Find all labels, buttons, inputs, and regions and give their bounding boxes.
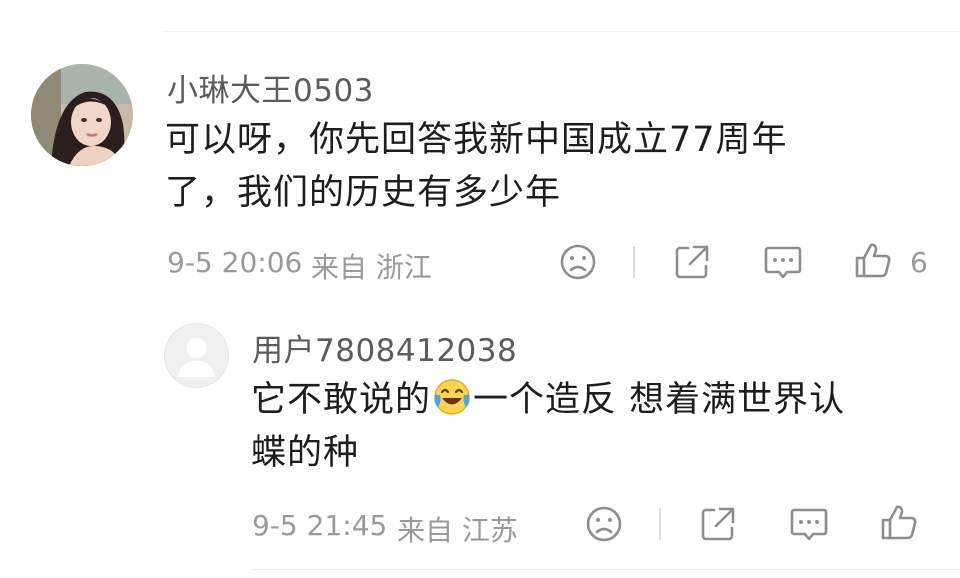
comment-item: 小琳大王0503 可以呀，你先回答我新中国成立77周年 了，我们的历史有多少年 …: [0, 31, 960, 301]
reply-text-part: 它不敢说的: [251, 380, 432, 420]
default-user-icon: [164, 323, 229, 388]
action-separator: [659, 508, 661, 540]
share-icon[interactable]: [672, 242, 712, 282]
reply-timestamp: 9-5 21:45: [252, 509, 388, 542]
comment-text-line: 了，我们的历史有多少年: [165, 173, 562, 213]
reply-text-line: 它不敢说的 一个造反 想着满世界认: [251, 374, 845, 426]
reply-comment-icon[interactable]: [788, 504, 830, 544]
reply-location: 来自 江苏: [397, 514, 518, 547]
share-icon[interactable]: [698, 504, 738, 544]
reply-divider-bottom: [252, 569, 960, 570]
dislike-face-icon[interactable]: [584, 504, 624, 544]
comment-text-line: 可以呀，你先回答我新中国成立77周年: [165, 120, 788, 160]
dislike-face-icon[interactable]: [558, 242, 598, 282]
previous-comment-action-row: [0, 0, 960, 4]
reply-item: 用户7808412038 它不敢说的 一个造反 想着满世界认 蝶的种 9-5 2…: [0, 301, 960, 578]
comment-location: 来自 浙江: [311, 251, 432, 284]
default-avatar[interactable]: [164, 323, 229, 388]
like-count: 6: [910, 246, 928, 279]
reply-comment-icon[interactable]: [762, 242, 804, 282]
like-thumb-icon[interactable]: [853, 240, 893, 280]
reply-text-line: 蝶的种: [251, 433, 360, 473]
action-separator: [633, 246, 635, 278]
reply-text-part: 一个造反 想着满世界认: [473, 380, 846, 420]
laughing-crying-emoji-icon: [434, 379, 470, 415]
reply-username[interactable]: 用户7808412038: [252, 325, 517, 370]
comment-username[interactable]: 小琳大王0503: [167, 65, 374, 110]
previous-row-icons: [0, 0, 960, 4]
comment-timestamp: 9-5 20:06: [167, 246, 303, 279]
avatar[interactable]: [31, 64, 133, 166]
like-thumb-icon[interactable]: [879, 502, 919, 542]
avatar-image: [31, 64, 133, 166]
